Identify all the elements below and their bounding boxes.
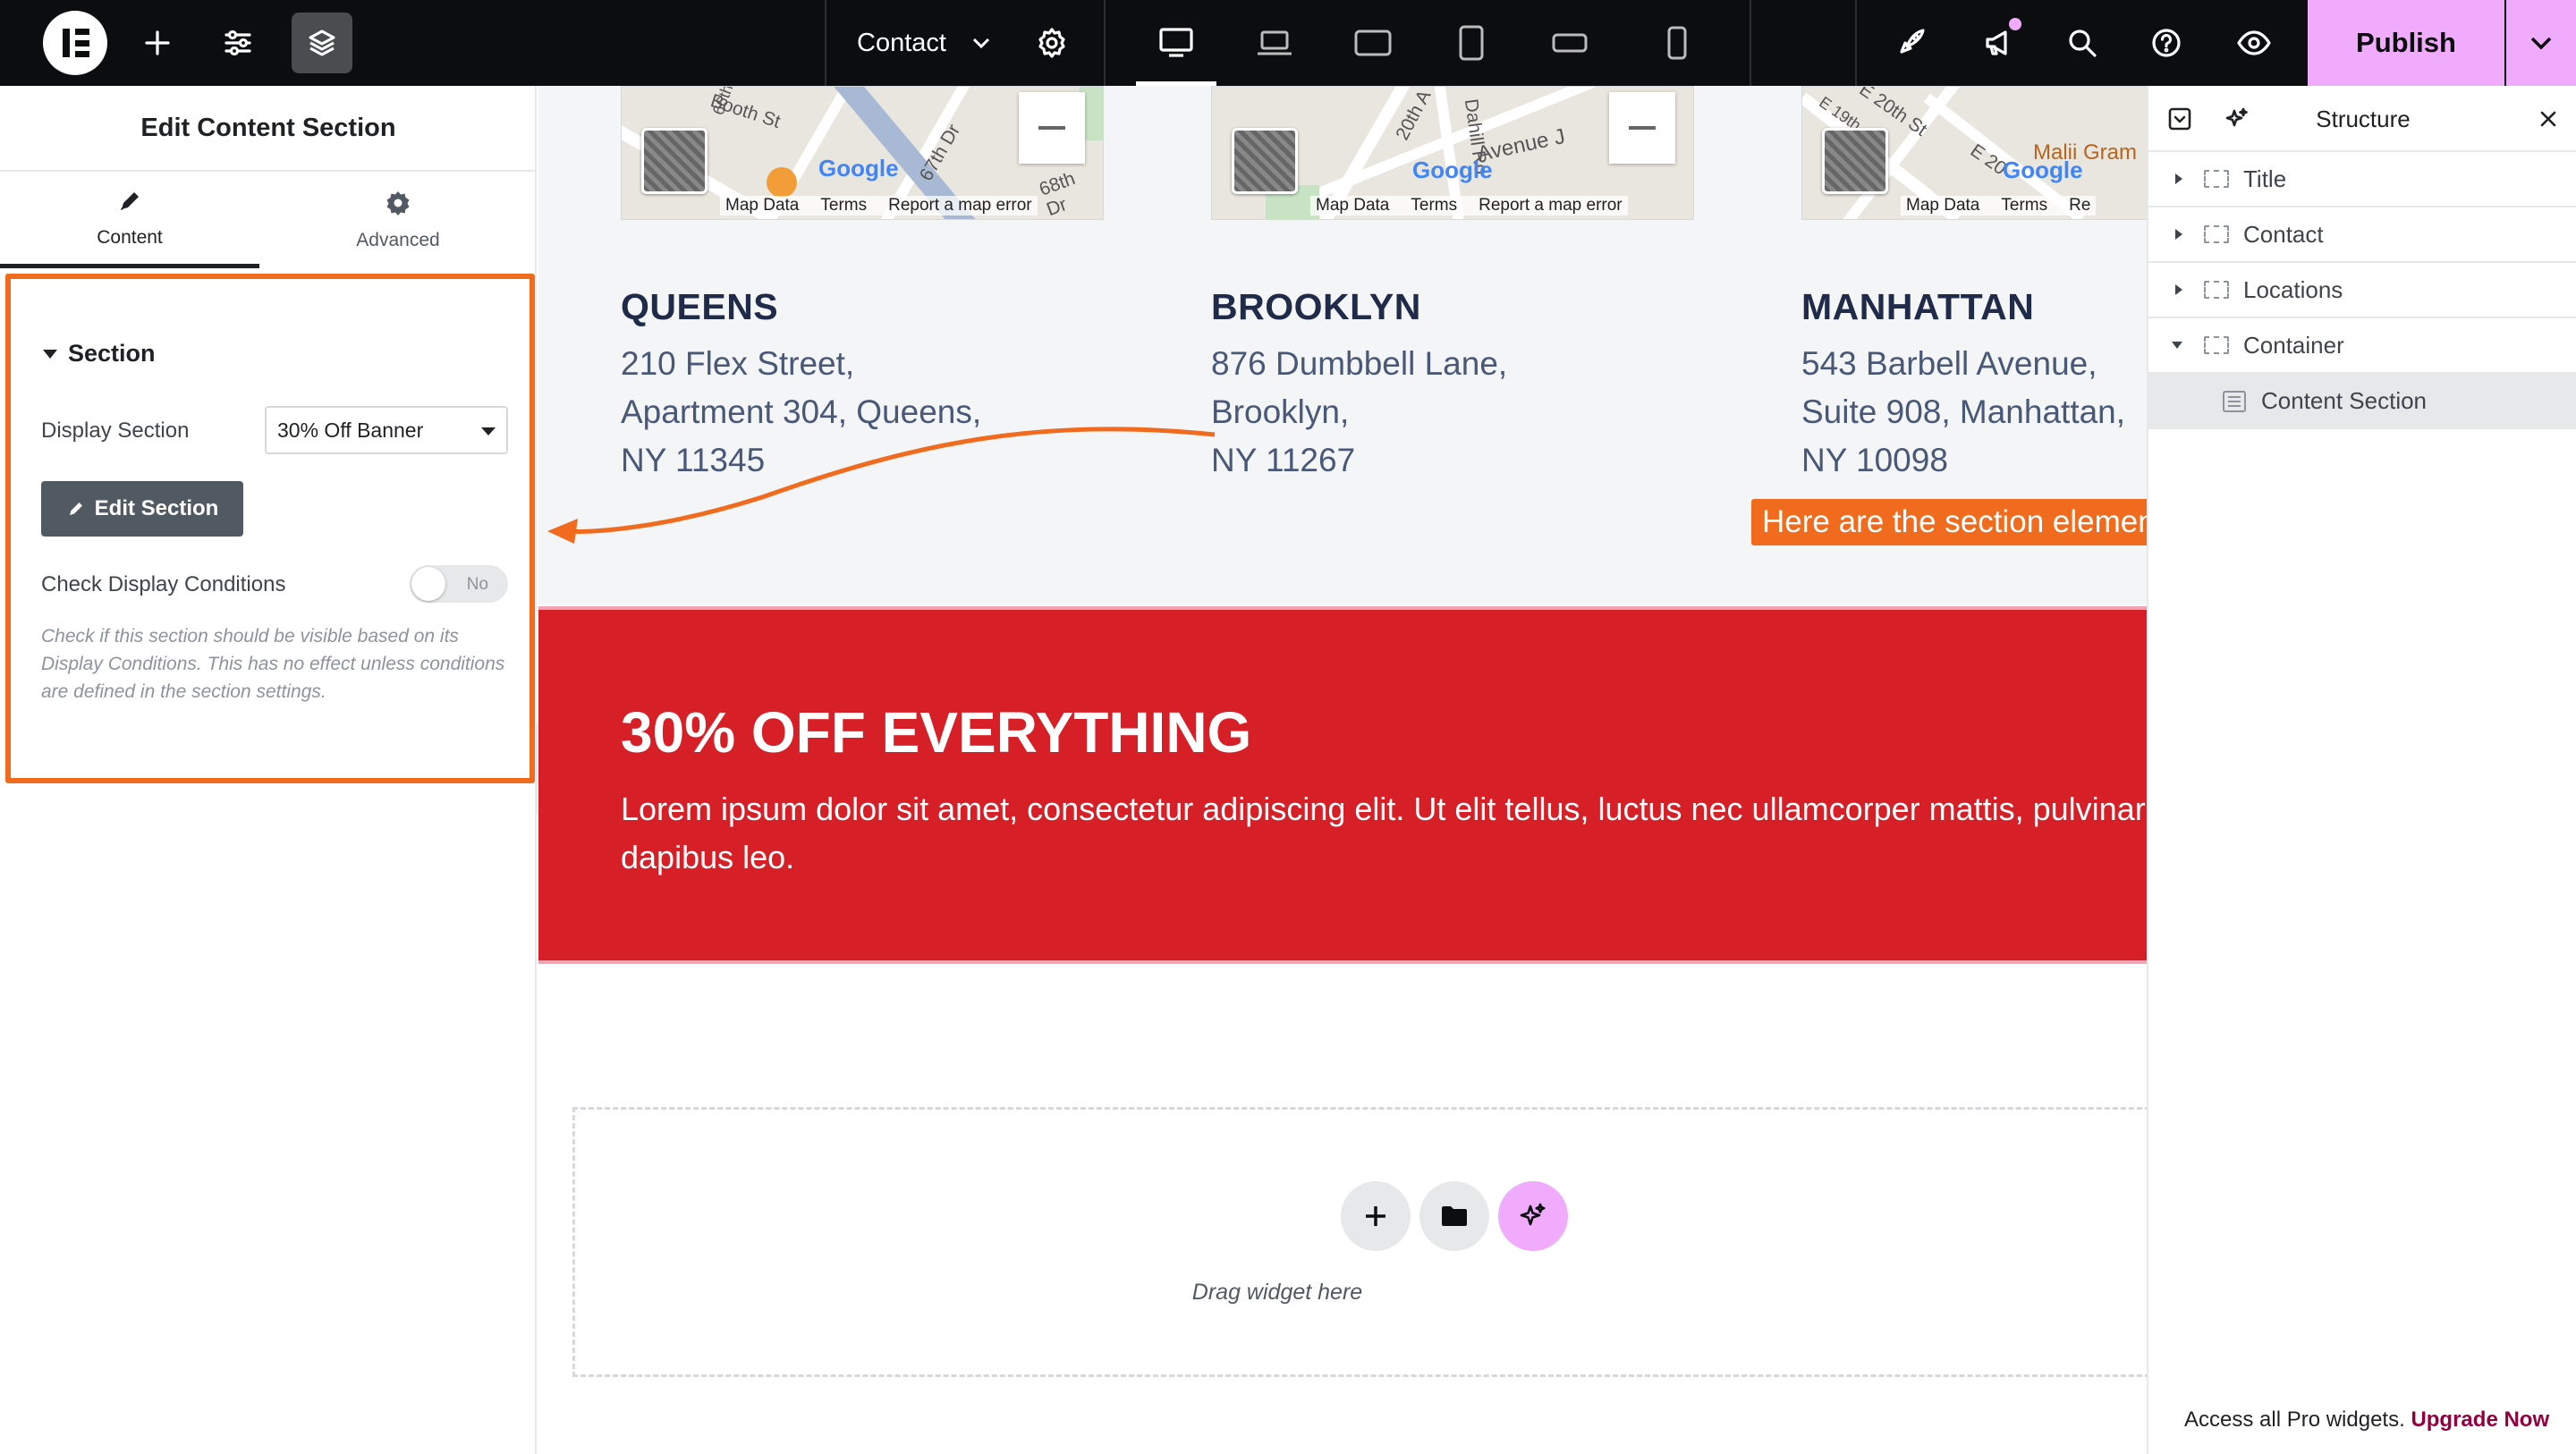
structure-title: Structure: [2316, 105, 2411, 132]
container-icon: [2204, 225, 2229, 243]
notification-dot: [2009, 18, 2021, 30]
section-heading-label: Section: [68, 340, 156, 367]
caret-down-icon[interactable]: [2170, 340, 2184, 351]
document-title[interactable]: Contact: [857, 0, 993, 86]
megaphone-icon[interactable]: [1975, 0, 2021, 86]
tab-content[interactable]: Content: [0, 172, 259, 268]
help-icon[interactable]: [2143, 0, 2190, 86]
structure-item-container[interactable]: Container: [2148, 318, 2576, 374]
structure-item-label: Contact: [2243, 220, 2324, 248]
display-section-label: Display Section: [41, 418, 190, 443]
publish-button[interactable]: Publish: [2308, 0, 2504, 86]
document-title-label: Contact: [857, 28, 946, 57]
caret-right-icon[interactable]: [2174, 227, 2184, 241]
section-settings-highlight: Section Display Section 30% Off Banner E…: [5, 274, 535, 783]
edit-section-label: Edit Section: [94, 496, 219, 520]
add-icon[interactable]: [134, 0, 181, 86]
annotation-label: Here are the section element settings: [1751, 499, 2147, 545]
settings-sliders-icon[interactable]: [215, 0, 261, 86]
panel-title: Edit Content Section: [0, 86, 537, 172]
publish-options-button[interactable]: [2506, 0, 2576, 86]
tab-content-label: Content: [97, 226, 163, 248]
tab-advanced-label: Advanced: [356, 230, 440, 250]
check-display-conditions-toggle[interactable]: No: [410, 565, 508, 603]
elementor-logo-icon[interactable]: [43, 11, 107, 75]
structure-item-label: Locations: [2243, 275, 2343, 303]
chevron-down-icon: [2530, 37, 2552, 50]
container-icon: [2204, 170, 2229, 188]
container-icon: [2204, 281, 2229, 299]
display-conditions-help: Check if this section should be visible …: [41, 626, 505, 702]
structure-item-locations[interactable]: Locations: [2148, 263, 2576, 318]
eye-icon[interactable]: [2231, 0, 2277, 86]
gear-icon[interactable]: [1029, 0, 1075, 86]
structure-item-label: Container: [2243, 331, 2344, 359]
upgrade-prompt-text: Access all Pro widgets.: [2184, 1408, 2405, 1432]
mobile-portrait-icon[interactable]: [1628, 0, 1726, 86]
structure-item-label: Content Section: [2261, 386, 2428, 414]
check-display-conditions-label: Check Display Conditions: [41, 572, 286, 596]
desktop-icon[interactable]: [1127, 0, 1225, 86]
caret-right-icon[interactable]: [2174, 283, 2184, 297]
pencil-icon: [69, 503, 82, 515]
structure-panel: Structure Title Contact Locations Contai…: [2147, 86, 2576, 1454]
toggle-value: No: [466, 575, 488, 594]
section-heading[interactable]: Section: [43, 340, 156, 368]
preview-canvas: Booth St 66th 67th Dr 68th Dr Google Map…: [538, 86, 2147, 1454]
structure-item-label: Title: [2243, 165, 2287, 192]
tablet-portrait-icon[interactable]: [1422, 0, 1521, 86]
display-section-value: 30% Off Banner: [277, 418, 424, 442]
chevron-down-icon: [972, 38, 990, 49]
tablet-landscape-icon[interactable]: [1324, 0, 1422, 86]
structure-header: Structure: [2148, 86, 2576, 152]
editor-panel: Edit Content Section Content Advanced Se…: [0, 86, 537, 1454]
toggle-knob: [411, 567, 445, 601]
upgrade-now-link[interactable]: Upgrade Now: [2411, 1408, 2549, 1432]
display-section-select[interactable]: 30% Off Banner: [265, 406, 508, 454]
caret-down-icon: [43, 349, 57, 359]
publish-label: Publish: [2356, 27, 2456, 58]
rocket-icon[interactable]: [1887, 0, 1934, 86]
pencil-icon: [121, 191, 139, 210]
search-icon[interactable]: [2059, 0, 2106, 86]
gear-icon: [386, 191, 410, 216]
caret-right-icon[interactable]: [2174, 172, 2184, 186]
mobile-landscape-icon[interactable]: [1521, 0, 1619, 86]
structure-item-contact[interactable]: Contact: [2148, 207, 2576, 263]
caret-down-icon: [481, 427, 496, 435]
upgrade-prompt: Access all Pro widgets. Upgrade Now: [2184, 1408, 2549, 1433]
tab-advanced[interactable]: Advanced: [268, 172, 528, 268]
container-icon: [2204, 336, 2229, 354]
laptop-icon[interactable]: [1225, 0, 1324, 86]
close-icon[interactable]: [2533, 104, 2563, 134]
annotation-arrow: [547, 427, 1216, 544]
structure-item-content-section[interactable]: Content Section: [2148, 374, 2576, 429]
structure-item-title[interactable]: Title: [2148, 152, 2576, 207]
layers-icon[interactable]: [292, 13, 352, 73]
edit-section-button[interactable]: Edit Section: [41, 481, 243, 537]
section-widget-icon: [2223, 391, 2246, 412]
top-bar: Contact Publish: [0, 0, 2576, 86]
